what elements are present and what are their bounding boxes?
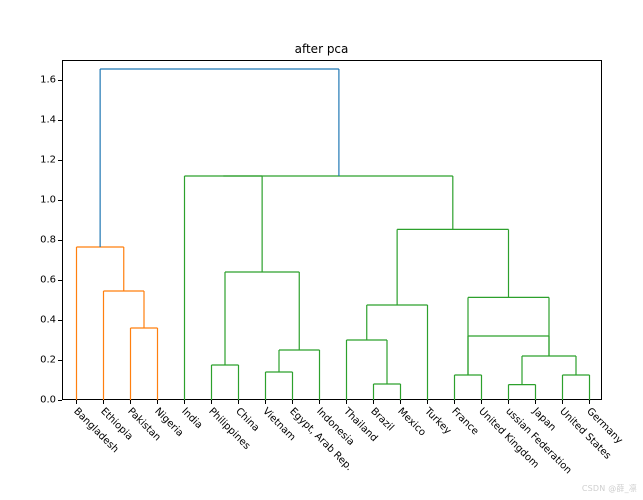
y-tick-mark xyxy=(58,360,62,361)
chart-title: after pca xyxy=(0,42,643,56)
x-tick-mark xyxy=(427,400,428,404)
x-tick-mark xyxy=(103,400,104,404)
x-tick-label: India xyxy=(179,406,204,431)
figure: after pca 0.00.20.40.60.81.01.21.41.6 Ba… xyxy=(0,0,643,500)
x-tick-mark xyxy=(400,400,401,404)
y-tick-mark xyxy=(58,120,62,121)
x-tick-label: Mexico xyxy=(395,406,427,438)
x-tick-mark xyxy=(319,400,320,404)
x-tick-mark xyxy=(535,400,536,404)
y-tick-label: 1.2 xyxy=(34,155,56,166)
x-tick-mark xyxy=(373,400,374,404)
y-tick-mark xyxy=(58,400,62,401)
y-tick-label: 0.8 xyxy=(34,235,56,246)
y-tick-mark xyxy=(58,280,62,281)
y-tick-mark xyxy=(58,320,62,321)
y-tick-mark xyxy=(58,240,62,241)
y-tick-mark xyxy=(58,80,62,81)
x-tick-mark xyxy=(184,400,185,404)
y-tick-label: 0.6 xyxy=(34,275,56,286)
y-tick-label: 0.2 xyxy=(34,355,56,366)
y-tick-label: 1.4 xyxy=(34,115,56,126)
x-tick-mark xyxy=(130,400,131,404)
x-tick-mark xyxy=(211,400,212,404)
x-tick-mark xyxy=(589,400,590,404)
x-tick-label: France xyxy=(449,406,480,437)
x-tick-mark xyxy=(265,400,266,404)
x-tick-mark xyxy=(481,400,482,404)
x-tick-mark xyxy=(346,400,347,404)
x-tick-mark xyxy=(454,400,455,404)
watermark-text: CSDN @薛_凛 xyxy=(582,483,637,494)
x-tick-mark xyxy=(76,400,77,404)
y-tick-label: 1.6 xyxy=(34,75,56,86)
x-tick-mark xyxy=(238,400,239,404)
x-tick-mark xyxy=(292,400,293,404)
x-tick-label: Turkey xyxy=(422,406,453,437)
dendrogram-svg xyxy=(63,61,603,401)
y-tick-label: 1.0 xyxy=(34,195,56,206)
y-tick-mark xyxy=(58,160,62,161)
x-tick-mark xyxy=(508,400,509,404)
plot-area xyxy=(62,60,602,400)
y-tick-mark xyxy=(58,200,62,201)
y-tick-label: 0.0 xyxy=(34,395,56,406)
y-tick-label: 0.4 xyxy=(34,315,56,326)
x-tick-mark xyxy=(562,400,563,404)
x-tick-mark xyxy=(157,400,158,404)
